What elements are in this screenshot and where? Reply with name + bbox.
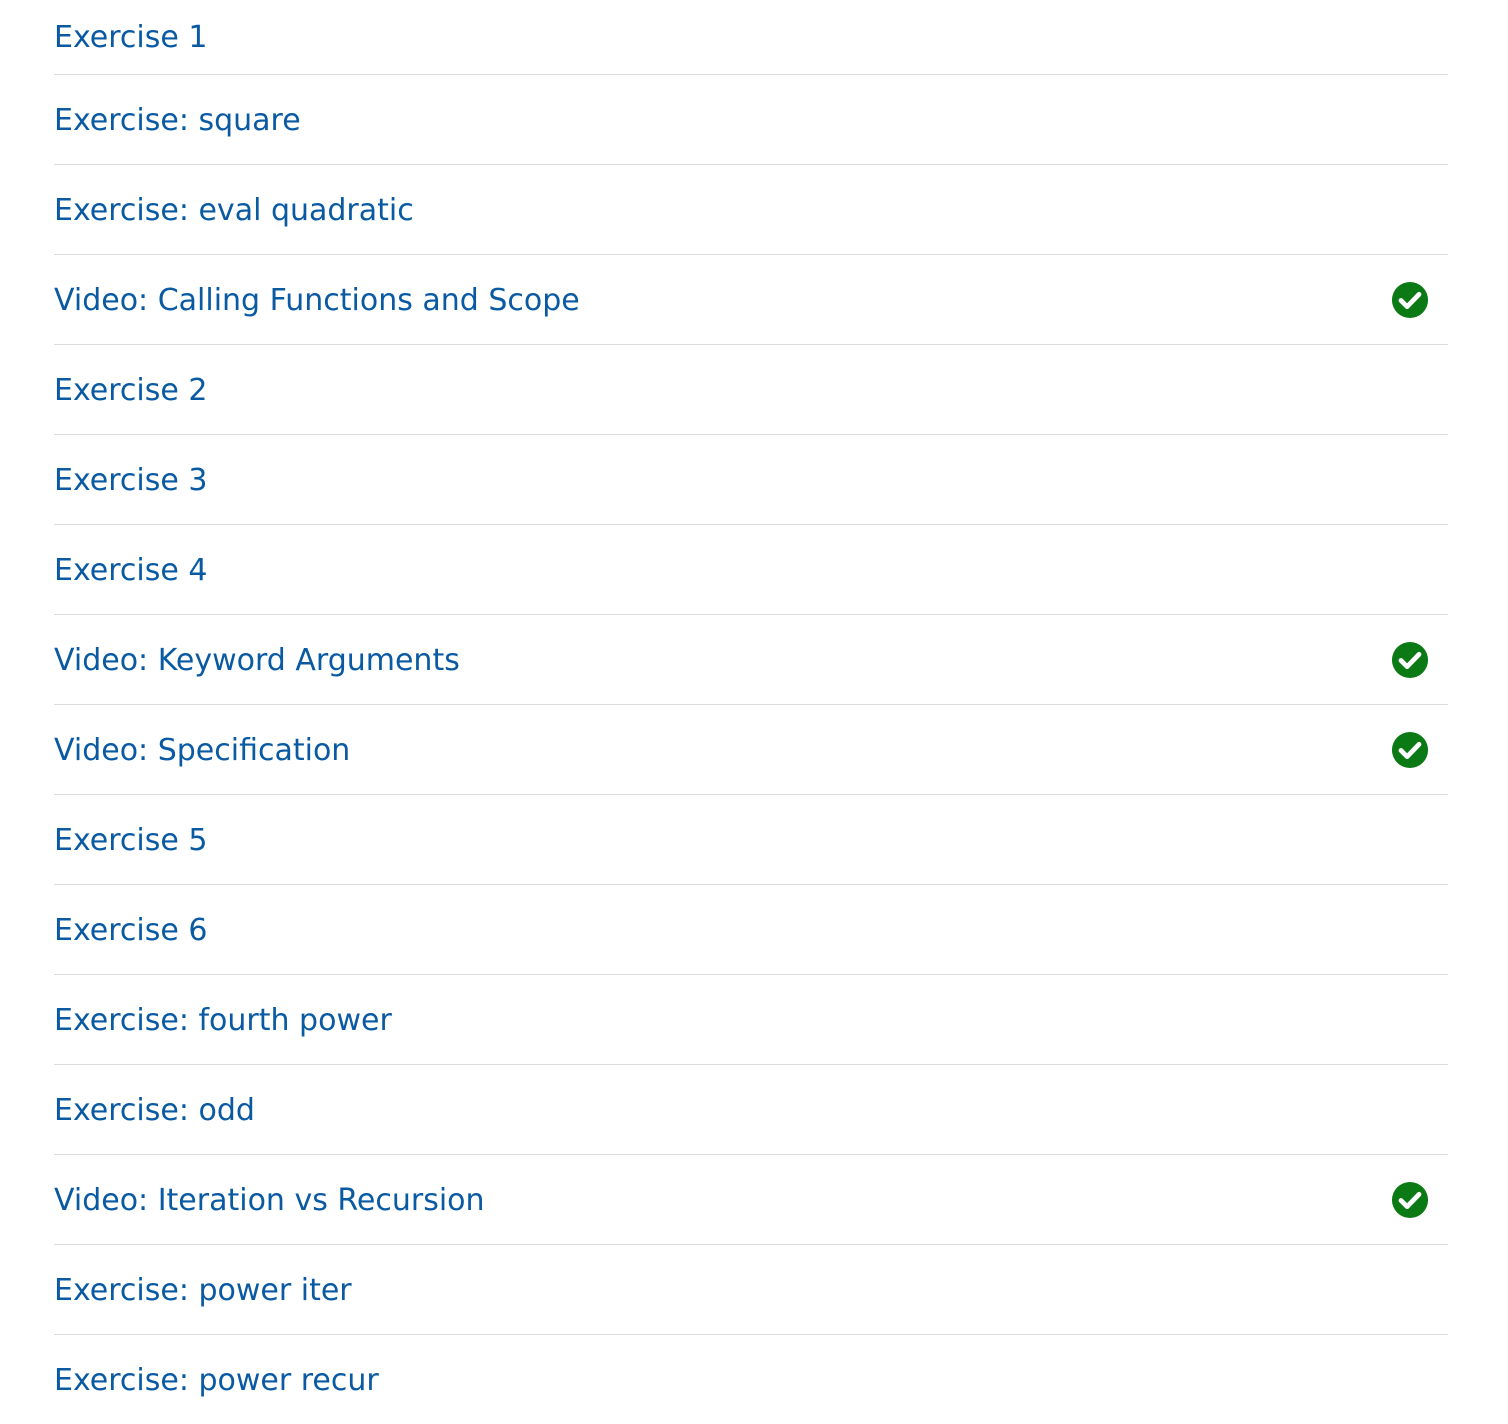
list-item[interactable]: Exercise: square: [54, 75, 1448, 165]
check-circle-icon: [1391, 1181, 1429, 1218]
list-item[interactable]: Exercise: power recur: [54, 1335, 1448, 1424]
item-link[interactable]: Exercise 1: [54, 21, 207, 53]
item-link[interactable]: Exercise: power iter: [54, 1274, 352, 1306]
list-item[interactable]: Exercise 1: [54, 0, 1448, 75]
item-link[interactable]: Video: Keyword Arguments: [54, 644, 460, 676]
item-link[interactable]: Exercise: square: [54, 104, 301, 136]
item-link[interactable]: Exercise 6: [54, 914, 207, 946]
sequence-list: Exercise 1 Exercise: square Exercise: ev…: [54, 0, 1448, 1424]
list-item[interactable]: Exercise: power iter: [54, 1245, 1448, 1335]
item-link[interactable]: Exercise 5: [54, 824, 207, 856]
item-link[interactable]: Video: Specification: [54, 734, 350, 766]
list-item[interactable]: Exercise 6: [54, 885, 1448, 975]
item-link[interactable]: Exercise 3: [54, 464, 207, 496]
list-item[interactable]: Exercise 4: [54, 525, 1448, 615]
list-item[interactable]: Exercise 5: [54, 795, 1448, 885]
item-link[interactable]: Exercise: power recur: [54, 1364, 379, 1396]
list-item[interactable]: Exercise 2: [54, 345, 1448, 435]
list-item[interactable]: Video: Keyword Arguments: [54, 615, 1448, 705]
list-item[interactable]: Video: Calling Functions and Scope: [54, 255, 1448, 345]
list-item[interactable]: Video: Specification: [54, 705, 1448, 795]
item-link[interactable]: Exercise: odd: [54, 1094, 255, 1126]
list-item[interactable]: Exercise: eval quadratic: [54, 165, 1448, 255]
check-circle-icon: [1391, 281, 1429, 318]
list-item[interactable]: Video: Iteration vs Recursion: [54, 1155, 1448, 1245]
list-item[interactable]: Exercise: fourth power: [54, 975, 1448, 1065]
item-link[interactable]: Exercise 4: [54, 554, 207, 586]
item-link[interactable]: Exercise 2: [54, 374, 207, 406]
item-link[interactable]: Exercise: fourth power: [54, 1004, 392, 1036]
item-link[interactable]: Exercise: eval quadratic: [54, 194, 414, 226]
list-item[interactable]: Exercise 3: [54, 435, 1448, 525]
list-item[interactable]: Exercise: odd: [54, 1065, 1448, 1155]
check-circle-icon: [1391, 641, 1429, 678]
item-link[interactable]: Video: Calling Functions and Scope: [54, 284, 580, 316]
check-circle-icon: [1391, 731, 1429, 768]
item-link[interactable]: Video: Iteration vs Recursion: [54, 1184, 485, 1216]
